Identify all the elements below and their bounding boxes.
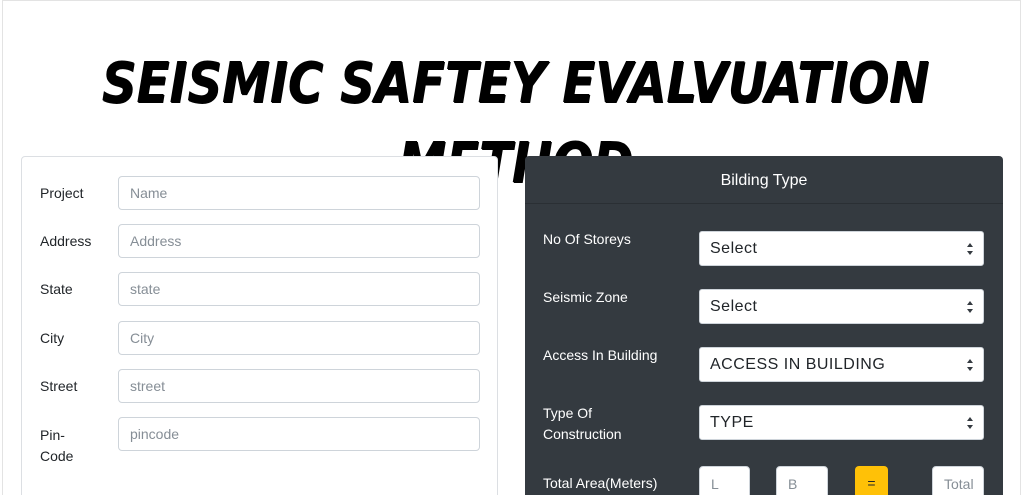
project-name-input[interactable]: [118, 176, 480, 210]
building-type-title: Bilding Type: [525, 156, 1003, 204]
project-details-card: Project Address State City Street Pin- C…: [21, 156, 498, 495]
storeys-selected-value: Select: [710, 240, 758, 257]
construction-label-line1: Type Of: [543, 405, 593, 421]
city-label: City: [40, 330, 65, 346]
street-input[interactable]: [118, 369, 480, 403]
city-input[interactable]: [118, 321, 480, 355]
construction-selected-value: TYPE: [710, 414, 754, 431]
pincode-label-line2: Code: [40, 448, 74, 464]
up-down-caret-icon: [967, 417, 973, 429]
street-label: Street: [40, 378, 78, 394]
address-input[interactable]: [118, 224, 480, 258]
building-type-card: Bilding Type No Of Storeys Select Seismi…: [525, 156, 1003, 495]
pincode-input[interactable]: [118, 417, 480, 451]
state-label: State: [40, 281, 73, 297]
total-area-label: Total Area(Meters): [543, 475, 658, 491]
pincode-label-line1: Pin-: [40, 427, 65, 443]
access-select[interactable]: ACCESS IN BUILDING: [699, 347, 984, 382]
construction-type-select[interactable]: TYPE: [699, 405, 984, 440]
seismic-zone-selected-value: Select: [710, 298, 758, 315]
seismic-zone-label: Seismic Zone: [543, 289, 628, 305]
seismic-zone-select[interactable]: Select: [699, 289, 984, 324]
calculate-area-button[interactable]: =: [855, 466, 888, 495]
total-area-input[interactable]: Total: [932, 466, 984, 495]
access-selected-value: ACCESS IN BUILDING: [710, 356, 886, 373]
up-down-caret-icon: [967, 301, 973, 313]
breadth-input[interactable]: B: [776, 466, 828, 495]
state-input[interactable]: [118, 272, 480, 306]
access-label: Access In Building: [543, 347, 658, 363]
storeys-label: No Of Storeys: [543, 231, 631, 247]
up-down-caret-icon: [967, 243, 973, 255]
construction-label-line2: Construction: [543, 426, 622, 442]
storeys-select[interactable]: Select: [699, 231, 984, 266]
address-label: Address: [40, 233, 92, 249]
project-label: Project: [40, 185, 84, 201]
length-input[interactable]: L: [699, 466, 750, 495]
up-down-caret-icon: [967, 359, 973, 371]
